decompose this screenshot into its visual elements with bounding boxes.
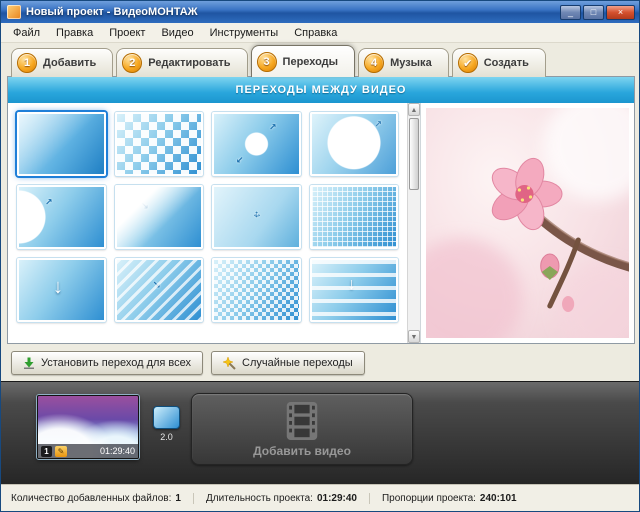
- transition-preview: [420, 103, 634, 343]
- status-bar: Количество добавленных файлов: 1 Длитель…: [1, 484, 639, 511]
- random-transitions-button[interactable]: Случайные переходы: [211, 351, 365, 375]
- transition-thumbnail-bands-down[interactable]: ↓: [310, 258, 399, 322]
- status-duration-value: 01:29:40: [317, 493, 357, 504]
- transitions-panel: ПЕРЕХОДЫ МЕЖДУ ВИДЕО ↗ ↙ ↗ ↗ ↘: [7, 76, 635, 344]
- status-duration: Длительность проекта: 01:29:40: [193, 493, 369, 504]
- scrollbar-track[interactable]: [408, 116, 420, 330]
- menu-video[interactable]: Видео: [153, 25, 201, 41]
- grid-scrollbar[interactable]: ▲ ▼: [407, 103, 420, 343]
- arrow-icon: ↓: [348, 276, 356, 294]
- transition-thumbnail-checkerboard[interactable]: [115, 112, 204, 176]
- tab-transitions-badge: 3: [257, 52, 277, 72]
- tab-edit[interactable]: 2 Редактировать: [116, 48, 247, 77]
- app-icon: [7, 5, 21, 19]
- window-title: Новый проект - ВидеоМОНТАЖ: [26, 6, 560, 18]
- transition-thumbnail-circle-open[interactable]: ↗: [310, 112, 399, 176]
- timeline-clip[interactable]: 1 ✎ 01:29:40: [37, 395, 139, 459]
- preview-flower-image: [426, 108, 629, 338]
- transition-duration-value: 2.0: [150, 432, 183, 442]
- transition-thumbnail-pixel-dissolve[interactable]: [212, 258, 301, 322]
- minimize-button[interactable]: _: [560, 5, 581, 20]
- menu-tools[interactable]: Инструменты: [202, 25, 287, 41]
- transition-actions: Установить переход для всех Случайные пе…: [11, 351, 365, 375]
- title-bar: Новый проект - ВидеоМОНТАЖ _ □ ×: [1, 1, 639, 23]
- arrow-icon: ↘: [141, 201, 149, 212]
- edit-pencil-icon[interactable]: ✎: [55, 446, 67, 457]
- panel-header: ПЕРЕХОДЫ МЕЖДУ ВИДЕО: [8, 77, 634, 103]
- transition-thumbnail-diagonal-wipe[interactable]: ↘: [115, 185, 204, 249]
- clip-info-strip: 1 ✎ 01:29:40: [38, 444, 138, 458]
- arrow-icon: ↗: [45, 197, 53, 208]
- arrow-icon: ↓: [53, 276, 63, 299]
- tab-music-badge: 4: [364, 53, 384, 73]
- random-transitions-label: Случайные переходы: [242, 357, 353, 369]
- menu-project[interactable]: Проект: [101, 25, 153, 41]
- status-duration-label: Длительность проекта:: [206, 493, 313, 504]
- status-aspect-label: Пропорции проекта:: [382, 493, 476, 504]
- tab-create-badge: ✔: [458, 53, 478, 73]
- scroll-down-icon[interactable]: ▼: [408, 330, 420, 343]
- transition-thumbnail-diagonal-stripes[interactable]: ↘: [115, 258, 204, 322]
- tab-music-label: Музыка: [390, 57, 432, 69]
- clip-duration: 01:29:40: [100, 446, 135, 456]
- film-strip-icon: [285, 401, 319, 441]
- tab-create-label: Создать: [484, 57, 529, 69]
- tab-transitions-label: Переходы: [283, 56, 339, 68]
- transitions-grid: ↗ ↙ ↗ ↗ ↘ ↔ ↕ ↓: [8, 103, 407, 343]
- transition-thumbnail-mesh-dissolve[interactable]: [310, 185, 399, 249]
- tab-add-badge: 1: [17, 53, 37, 73]
- tab-music[interactable]: 4 Музыка: [358, 48, 449, 77]
- tab-add[interactable]: 1 Добавить: [11, 48, 113, 77]
- set-transition-for-all-label: Установить переход для всех: [41, 357, 191, 369]
- transition-thumbnail-wipe-down[interactable]: ↓: [17, 258, 106, 322]
- transition-thumbnail-fade[interactable]: [17, 112, 106, 176]
- status-files: Количество добавленных файлов: 1: [11, 493, 193, 504]
- tab-create[interactable]: ✔ Создать: [452, 48, 546, 77]
- scroll-up-icon[interactable]: ▲: [408, 103, 420, 116]
- add-video-label: Добавить видео: [253, 444, 351, 458]
- menu-help[interactable]: Справка: [286, 25, 345, 41]
- app-window: Новый проект - ВидеоМОНТАЖ _ □ × Файл Пр…: [0, 0, 640, 512]
- tab-edit-label: Редактировать: [148, 57, 230, 69]
- maximize-button[interactable]: □: [583, 5, 604, 20]
- status-aspect: Пропорции проекта: 240:101: [369, 493, 529, 504]
- close-button[interactable]: ×: [606, 5, 635, 20]
- clip-index-badge: 1: [41, 446, 52, 457]
- scrollbar-thumb[interactable]: [409, 118, 419, 190]
- status-aspect-value: 240:101: [480, 493, 517, 504]
- tab-transitions[interactable]: 3 Переходы: [251, 45, 356, 77]
- transition-thumbnail-circle-left[interactable]: ↗: [17, 185, 106, 249]
- green-down-arrow-icon: [23, 357, 35, 369]
- tab-add-label: Добавить: [43, 57, 96, 69]
- status-files-label: Количество добавленных файлов:: [11, 493, 171, 504]
- set-transition-for-all-button[interactable]: Установить переход для всех: [11, 351, 203, 375]
- menu-file[interactable]: Файл: [5, 25, 48, 41]
- arrow-icon: ↗: [374, 119, 382, 130]
- add-video-button[interactable]: Добавить видео: [191, 393, 413, 465]
- transition-thumbnail-circle-center[interactable]: ↗ ↙: [212, 112, 301, 176]
- tab-edit-badge: 2: [122, 53, 142, 73]
- transition-chip[interactable]: [153, 406, 180, 429]
- arrow-icon: ↘: [153, 280, 161, 291]
- arrow-icon: ↕: [254, 209, 259, 220]
- menu-edit[interactable]: Правка: [48, 25, 101, 41]
- timeline: 1 ✎ 01:29:40 2.0 Добавить виде: [1, 381, 639, 485]
- transition-thumbnail-zoom[interactable]: ↔ ↕: [212, 185, 301, 249]
- status-files-value: 1: [175, 493, 181, 504]
- arrow-icon: ↙: [236, 155, 244, 166]
- magic-wand-icon: [223, 357, 236, 370]
- menu-bar: Файл Правка Проект Видео Инструменты Спр…: [1, 23, 639, 43]
- step-tabs: 1 Добавить 2 Редактировать 3 Переходы 4 …: [11, 45, 629, 77]
- arrow-icon: ↗: [269, 122, 277, 133]
